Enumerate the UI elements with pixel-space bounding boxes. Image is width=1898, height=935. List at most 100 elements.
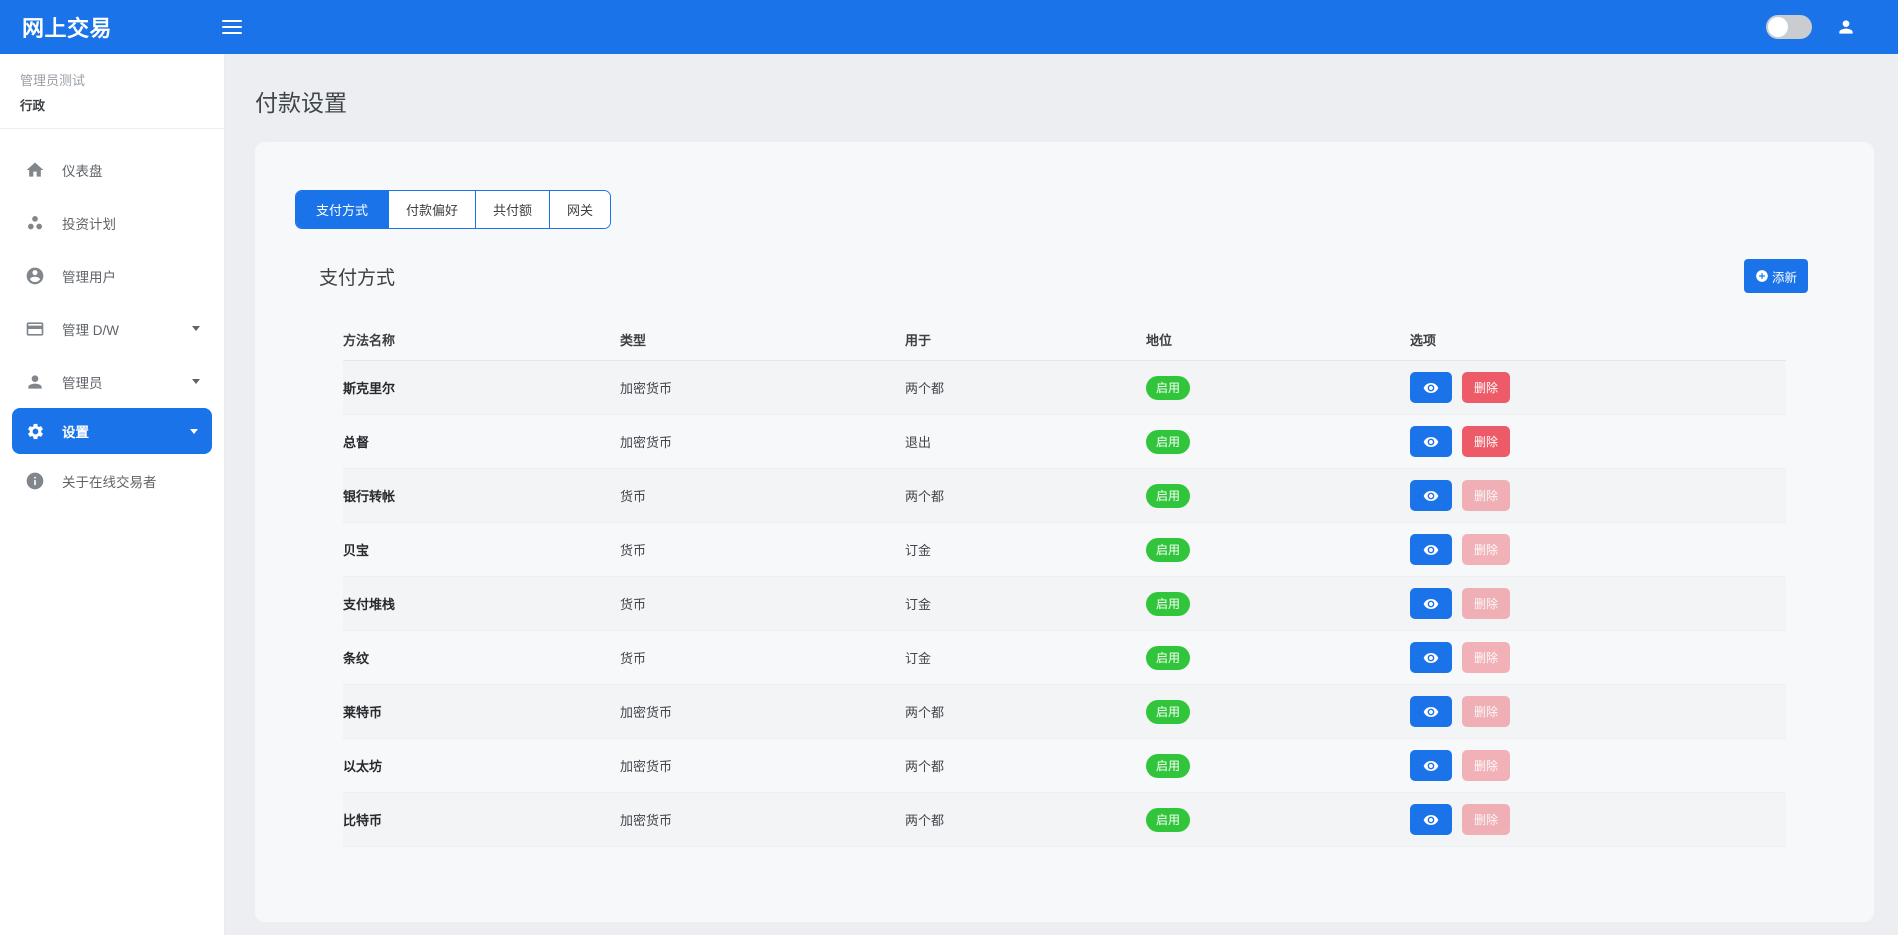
method-type: 加密货币 (620, 432, 905, 451)
table-row: 支付堆栈 货币 订金 启用 删除 (343, 577, 1786, 631)
info-icon (24, 470, 46, 492)
status-badge: 启用 (1146, 430, 1190, 454)
sidebar-item-label: 仪表盘 (62, 160, 103, 180)
method-type: 货币 (620, 540, 905, 559)
method-name: 支付堆栈 (343, 594, 620, 613)
sidebar: 管理员测试 行政 仪表盘 投资计划 管理用户 管理 D/W (0, 54, 225, 935)
column-header-type: 类型 (620, 330, 905, 349)
method-used-for: 两个都 (905, 810, 1146, 829)
method-type: 加密货币 (620, 378, 905, 397)
sidebar-item-label: 管理 D/W (62, 319, 119, 339)
sidebar-item-settings[interactable]: 设置 (12, 408, 212, 454)
column-header-name: 方法名称 (343, 330, 620, 349)
column-header-status: 地位 (1146, 330, 1410, 349)
method-name: 以太坊 (343, 756, 620, 775)
sidebar-item-investment-plans[interactable]: 投资计划 (0, 196, 224, 249)
table-row: 莱特币 加密货币 两个都 启用 删除 (343, 685, 1786, 739)
toggle-knob (1768, 17, 1788, 37)
status-badge: 启用 (1146, 754, 1190, 778)
add-new-button[interactable]: 添新 (1744, 259, 1808, 293)
method-used-for: 两个都 (905, 756, 1146, 775)
view-button[interactable] (1410, 588, 1452, 619)
user-menu-icon[interactable] (1836, 17, 1856, 37)
table-row: 贝宝 货币 订金 启用 删除 (343, 523, 1786, 577)
sidebar-user-block: 管理员测试 行政 (0, 54, 224, 129)
plans-icon (24, 212, 46, 234)
chevron-down-icon (190, 429, 198, 434)
sidebar-item-manage-dw[interactable]: 管理 D/W (0, 302, 224, 355)
eye-icon (1423, 434, 1439, 450)
view-button[interactable] (1410, 480, 1452, 511)
top-navbar: 网上交易 (0, 0, 1898, 54)
sidebar-item-label: 投资计划 (62, 213, 116, 233)
view-button[interactable] (1410, 696, 1452, 727)
delete-button[interactable]: 删除 (1462, 372, 1510, 403)
status-badge: 启用 (1146, 538, 1190, 562)
user-circle-icon (24, 265, 46, 287)
eye-icon (1423, 704, 1439, 720)
tab-payment-methods[interactable]: 支付方式 (296, 191, 388, 228)
status-badge: 启用 (1146, 484, 1190, 508)
sidebar-item-admins[interactable]: 管理员 (0, 355, 224, 408)
method-name: 总督 (343, 432, 620, 451)
view-button[interactable] (1410, 642, 1452, 673)
method-type: 加密货币 (620, 756, 905, 775)
method-name: 斯克里尔 (343, 378, 620, 397)
gear-icon (24, 420, 46, 442)
method-used-for: 退出 (905, 432, 1146, 451)
method-name: 银行转帐 (343, 486, 620, 505)
method-type: 货币 (620, 594, 905, 613)
eye-icon (1423, 812, 1439, 828)
status-badge: 启用 (1146, 646, 1190, 670)
chevron-down-icon (192, 379, 200, 384)
method-used-for: 两个都 (905, 702, 1146, 721)
table-body: 斯克里尔 加密货币 两个都 启用 删除 总督 加密货币 退出 启用 删除 银行转… (343, 361, 1786, 847)
sidebar-item-label: 设置 (62, 421, 89, 441)
table-header-row: 方法名称 类型 用于 地位 选项 (343, 319, 1786, 361)
delete-button[interactable]: 删除 (1462, 642, 1510, 673)
theme-toggle[interactable] (1766, 15, 1812, 39)
view-button[interactable] (1410, 750, 1452, 781)
method-used-for: 两个都 (905, 378, 1146, 397)
delete-button[interactable]: 删除 (1462, 480, 1510, 511)
delete-button[interactable]: 删除 (1462, 588, 1510, 619)
method-name: 莱特币 (343, 702, 620, 721)
delete-button[interactable]: 删除 (1462, 534, 1510, 565)
eye-icon (1423, 380, 1439, 396)
card-icon (24, 318, 46, 340)
tab-gateways[interactable]: 网关 (549, 191, 610, 228)
delete-button[interactable]: 删除 (1462, 750, 1510, 781)
payment-settings-card: 支付方式 付款偏好 共付额 网关 支付方式 添新 方法名称 类型 用于 地位 选… (255, 142, 1874, 922)
delete-button[interactable]: 删除 (1462, 696, 1510, 727)
sidebar-item-dashboard[interactable]: 仪表盘 (0, 143, 224, 196)
add-new-button-label: 添新 (1772, 267, 1797, 286)
view-button[interactable] (1410, 804, 1452, 835)
section-title: 支付方式 (319, 263, 395, 290)
method-name: 比特币 (343, 810, 620, 829)
payment-methods-table: 方法名称 类型 用于 地位 选项 斯克里尔 加密货币 两个都 启用 删除 总督 … (295, 319, 1834, 847)
delete-button[interactable]: 删除 (1462, 426, 1510, 457)
method-name: 贝宝 (343, 540, 620, 559)
sidebar-item-about[interactable]: 关于在线交易者 (0, 454, 224, 507)
table-row: 比特币 加密货币 两个都 启用 删除 (343, 793, 1786, 847)
sidebar-item-label: 管理员 (62, 372, 103, 392)
tab-payment-preferences[interactable]: 付款偏好 (388, 191, 475, 228)
sidebar-menu: 仪表盘 投资计划 管理用户 管理 D/W 管理员 (0, 129, 224, 507)
view-button[interactable] (1410, 372, 1452, 403)
method-type: 加密货币 (620, 702, 905, 721)
tab-copay[interactable]: 共付额 (475, 191, 549, 228)
method-type: 加密货币 (620, 810, 905, 829)
view-button[interactable] (1410, 534, 1452, 565)
table-row: 斯克里尔 加密货币 两个都 启用 删除 (343, 361, 1786, 415)
hamburger-menu-icon[interactable] (222, 17, 248, 37)
table-row: 以太坊 加密货币 两个都 启用 删除 (343, 739, 1786, 793)
table-row: 条纹 货币 订金 启用 删除 (343, 631, 1786, 685)
view-button[interactable] (1410, 426, 1452, 457)
method-used-for: 两个都 (905, 486, 1146, 505)
status-badge: 启用 (1146, 808, 1190, 832)
method-name: 条纹 (343, 648, 620, 667)
chevron-down-icon (192, 326, 200, 331)
method-used-for: 订金 (905, 648, 1146, 667)
sidebar-item-manage-users[interactable]: 管理用户 (0, 249, 224, 302)
delete-button[interactable]: 删除 (1462, 804, 1510, 835)
